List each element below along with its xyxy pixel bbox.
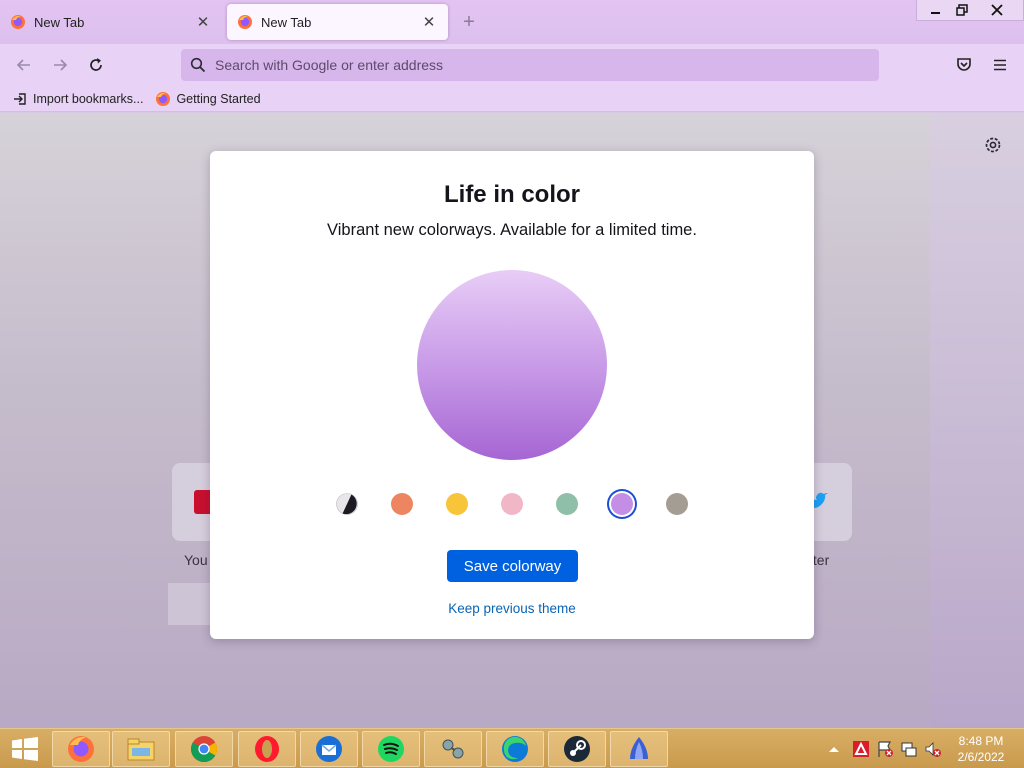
bookmark-label: Import bookmarks...	[33, 91, 144, 106]
file-explorer-icon	[127, 738, 155, 761]
bookmark-label: Getting Started	[176, 91, 261, 106]
tab-new-tab-2[interactable]: New Tab ✕	[227, 4, 448, 40]
search-icon	[190, 57, 206, 73]
app-shell-icon	[630, 737, 648, 759]
start-button[interactable]	[0, 729, 50, 768]
edge-icon	[502, 736, 528, 762]
pocket-button[interactable]	[951, 52, 977, 78]
restore-icon	[956, 4, 968, 16]
dialog-title: Life in color	[443, 181, 580, 208]
tab-new-tab-1[interactable]: New Tab ✕	[0, 4, 222, 40]
taskbar-app-shell[interactable]	[610, 731, 668, 767]
save-colorway-button[interactable]: Save colorway	[447, 550, 578, 582]
volume-muted-icon[interactable]	[924, 740, 942, 758]
new-tab-button[interactable]: +	[458, 11, 480, 33]
system-clock[interactable]: 8:48 PM 2/6/2022	[948, 733, 1014, 765]
system-tray	[828, 729, 942, 768]
keep-previous-theme-link[interactable]: Keep previous theme	[210, 601, 814, 616]
taskbar-edge[interactable]	[486, 731, 544, 767]
clock-time: 8:48 PM	[958, 734, 1004, 748]
swatch-dark-light[interactable]	[336, 493, 358, 515]
taskbar-chrome[interactable]	[175, 731, 233, 767]
swatch-purple[interactable]	[611, 493, 633, 515]
close-tab-icon[interactable]: ✕	[194, 13, 212, 31]
address-bar[interactable]	[181, 49, 879, 81]
swatch-orange[interactable]	[391, 493, 413, 515]
close-icon	[991, 4, 1003, 16]
swatch-pink[interactable]	[501, 493, 523, 515]
clock-date: 2/6/2022	[957, 750, 1005, 764]
app-menu-button[interactable]	[987, 52, 1013, 78]
taskbar-steam[interactable]	[548, 731, 606, 767]
reload-button[interactable]	[83, 52, 109, 78]
dialog-subtitle: Vibrant new colorways. Available for a l…	[327, 221, 697, 239]
windows-logo-icon	[12, 737, 38, 761]
taskbar: 8:48 PM 2/6/2022	[0, 728, 1024, 768]
page-backdrop	[930, 113, 1024, 728]
colorway-preview	[417, 270, 607, 460]
tab-strip: New Tab ✕ New Tab ✕ +	[0, 0, 1024, 44]
taskbar-file-explorer[interactable]	[112, 731, 170, 767]
firefox-icon	[68, 736, 94, 762]
network-icon[interactable]	[900, 740, 918, 758]
back-arrow-icon	[16, 59, 30, 71]
gear-icon[interactable]	[982, 134, 1004, 156]
tab-label: New Tab	[261, 14, 312, 30]
close-window-button[interactable]	[972, 0, 1022, 20]
firefox-icon	[238, 15, 252, 29]
hamburger-menu-icon	[994, 59, 1006, 71]
forward-button[interactable]	[47, 52, 73, 78]
thunderbird-icon	[316, 736, 342, 762]
action-center-flag-icon[interactable]	[876, 740, 894, 758]
taskbar-app[interactable]	[424, 731, 482, 767]
top-site-tile	[168, 583, 212, 625]
colorway-dialog: Life in color Vibrant new colorways. Ava…	[210, 151, 814, 639]
tab-label: New Tab	[34, 14, 85, 30]
import-icon	[14, 92, 26, 105]
minimize-icon	[931, 12, 940, 14]
firefox-icon	[156, 91, 171, 106]
swatch-yellow[interactable]	[446, 493, 468, 515]
navigation-toolbar	[0, 44, 1024, 86]
taskbar-spotify[interactable]	[362, 731, 420, 767]
colorway-swatches	[210, 489, 814, 519]
top-site-label: You	[184, 552, 208, 568]
chrome-icon	[190, 736, 218, 763]
bookmarks-toolbar: Import bookmarks... Getting Started	[0, 86, 1024, 112]
pocket-icon	[957, 58, 971, 71]
bookmark-getting-started[interactable]: Getting Started	[155, 91, 261, 107]
reload-icon	[90, 58, 102, 71]
taskbar-thunderbird[interactable]	[300, 731, 358, 767]
swatch-green[interactable]	[556, 493, 578, 515]
steam-icon	[564, 736, 590, 762]
forward-arrow-icon	[54, 59, 68, 71]
firefox-icon	[11, 15, 25, 29]
back-button[interactable]	[11, 52, 37, 78]
swatch-gray[interactable]	[666, 493, 688, 515]
taskbar-opera[interactable]	[238, 731, 296, 767]
spotify-icon	[378, 736, 404, 762]
app-icon	[442, 739, 464, 759]
antivirus-icon[interactable]	[852, 740, 870, 758]
bookmark-import[interactable]: Import bookmarks...	[12, 91, 143, 107]
search-input[interactable]	[215, 57, 855, 73]
opera-icon	[255, 736, 279, 762]
close-tab-icon[interactable]: ✕	[420, 13, 438, 31]
dark-light-swatch-icon	[336, 493, 358, 515]
taskbar-firefox[interactable]	[52, 731, 110, 767]
show-hidden-icons-icon[interactable]	[828, 744, 840, 754]
